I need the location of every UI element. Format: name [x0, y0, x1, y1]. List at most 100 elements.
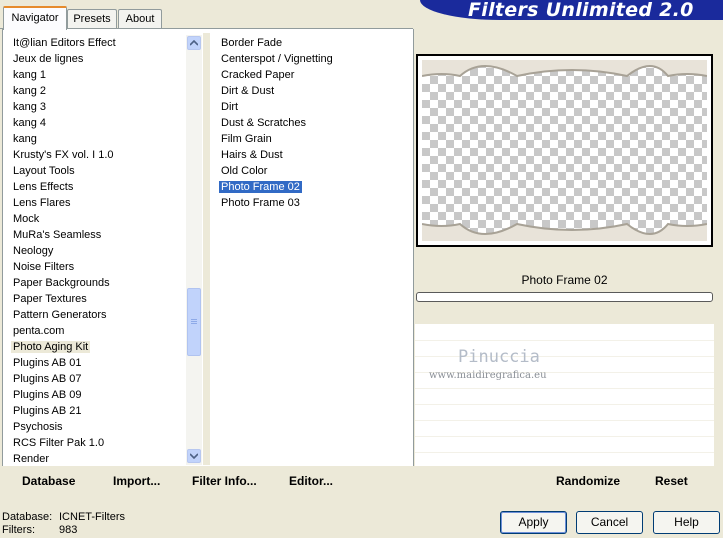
category-item[interactable]: Krusty's FX vol. I 1.0 [11, 147, 116, 163]
category-item[interactable]: Psychosis [11, 419, 65, 435]
category-item-label: It@lian Editors Effect [13, 37, 116, 49]
category-item-label: kang [13, 133, 37, 145]
apply-button[interactable]: Apply [500, 511, 567, 534]
filter-item[interactable]: Dust & Scratches [219, 115, 308, 131]
category-item[interactable]: Paper Backgrounds [11, 275, 112, 291]
filters-label: Filters: [2, 524, 35, 536]
database-label: Database: [2, 511, 53, 523]
watermark-url: www.maidiregrafica.eu [429, 370, 547, 381]
category-item-label: kang 3 [13, 101, 47, 113]
category-item-label: Photo Aging Kit [11, 341, 91, 353]
chevron-down-icon [190, 453, 198, 459]
category-item[interactable]: Plugins AB 09 [11, 387, 84, 403]
category-item[interactable]: It@lian Editors Effect [11, 35, 118, 51]
filter-item[interactable]: Dirt [219, 99, 240, 115]
category-item[interactable]: Layout Tools [11, 163, 77, 179]
cancel-button[interactable]: Cancel [576, 511, 643, 534]
filter-item-label: Film Grain [221, 133, 272, 145]
tab-presets[interactable]: Presets [67, 9, 117, 28]
category-item-label: RCS Filter Pak 1.0 [13, 437, 105, 449]
filter-item[interactable]: Cracked Paper [219, 67, 296, 83]
tab-navigator[interactable]: Navigator [3, 6, 67, 30]
category-item-label: Layout Tools [13, 165, 75, 177]
category-item[interactable]: penta.com [11, 323, 66, 339]
scroll-thumb[interactable] [187, 288, 201, 356]
category-item[interactable]: Jeux de lignes [11, 51, 85, 67]
category-item[interactable]: Plugins AB 07 [11, 371, 84, 387]
filter-item[interactable]: Old Color [219, 163, 269, 179]
filter-item-label: Dust & Scratches [221, 117, 306, 129]
category-item[interactable]: Photo Aging Kit [11, 339, 91, 355]
category-item-label: Paper Backgrounds [13, 277, 110, 289]
category-item-label: Plugins AB 21 [13, 405, 82, 417]
filter-item[interactable]: Film Grain [219, 131, 274, 147]
category-item[interactable]: kang 4 [11, 115, 48, 131]
category-item-label: Paper Textures [13, 293, 87, 305]
preview-image [422, 60, 707, 241]
filter-item-label: Cracked Paper [221, 69, 295, 81]
category-item[interactable]: Noise Filters [11, 259, 76, 275]
category-item[interactable]: Neology [11, 243, 55, 259]
filter-item-label: Centerspot / Vignetting [221, 53, 333, 65]
category-item-label: Neology [13, 245, 54, 257]
filter-item-label: Old Color [221, 165, 268, 177]
category-item-label: Psychosis [13, 421, 63, 433]
category-item-label: Mock [13, 213, 40, 225]
category-scrollbar[interactable] [186, 35, 202, 465]
filter-item-label: Dirt [221, 101, 239, 113]
category-item[interactable]: Render [11, 451, 51, 465]
filter-info-button[interactable]: Filter Info... [192, 474, 257, 488]
scroll-up-button[interactable] [187, 36, 201, 50]
progress-bar [416, 292, 713, 302]
import-button[interactable]: Import... [113, 474, 160, 488]
tab-about[interactable]: About [118, 9, 162, 28]
category-item[interactable]: kang 3 [11, 99, 48, 115]
reset-button[interactable]: Reset [655, 474, 688, 488]
filter-item[interactable]: Photo Frame 02 [219, 179, 302, 195]
filter-item[interactable]: Centerspot / Vignetting [219, 51, 335, 67]
category-item-label: Jeux de lignes [13, 53, 84, 65]
category-item[interactable]: kang 1 [11, 67, 48, 83]
category-item-label: Lens Flares [13, 197, 71, 209]
editor-button[interactable]: Editor... [289, 474, 333, 488]
category-item[interactable]: Lens Flares [11, 195, 72, 211]
watermark-name: Pinuccia [458, 347, 540, 367]
category-item[interactable]: MuRa's Seamless [11, 227, 103, 243]
category-item[interactable]: Lens Effects [11, 179, 75, 195]
category-item-label: kang 2 [13, 85, 47, 97]
category-item[interactable]: kang 2 [11, 83, 48, 99]
category-item-label: Lens Effects [13, 181, 74, 193]
filter-item-label: Photo Frame 03 [221, 197, 300, 209]
category-item[interactable]: Mock [11, 211, 41, 227]
filter-item[interactable]: Border Fade [219, 35, 284, 51]
category-item-label: Render [13, 453, 50, 465]
filter-list[interactable]: Border Fade Centerspot / Vignetting Cracke… [211, 33, 409, 465]
category-item[interactable]: kang [11, 131, 39, 147]
filter-item[interactable]: Dirt & Dust [219, 83, 276, 99]
category-list[interactable]: It@lian Editors Effect Jeux de lignes kang… [3, 33, 186, 465]
category-item-label: penta.com [13, 325, 65, 337]
parameter-area [415, 324, 714, 466]
database-button[interactable]: Database [22, 474, 75, 488]
category-item[interactable]: RCS Filter Pak 1.0 [11, 435, 106, 451]
scroll-down-button[interactable] [187, 449, 201, 463]
photo-frame-overlay [422, 60, 707, 241]
preview-frame [416, 54, 713, 247]
category-item[interactable]: Plugins AB 01 [11, 355, 84, 371]
chevron-up-icon [190, 40, 198, 46]
category-item-label: kang 4 [13, 117, 47, 129]
category-item-label: Plugins AB 07 [13, 373, 82, 385]
randomize-button[interactable]: Randomize [556, 474, 620, 488]
category-item-label: kang 1 [13, 69, 47, 81]
category-item[interactable]: Pattern Generators [11, 307, 109, 323]
category-item[interactable]: Paper Textures [11, 291, 89, 307]
category-item-label: Plugins AB 09 [13, 389, 82, 401]
filter-item[interactable]: Hairs & Dust [219, 147, 285, 163]
filter-item[interactable]: Photo Frame 03 [219, 195, 302, 211]
category-item[interactable]: Plugins AB 21 [11, 403, 84, 419]
help-button[interactable]: Help [653, 511, 720, 534]
database-value: ICNET-Filters [59, 511, 125, 523]
filters-count: 983 [59, 524, 78, 536]
preview-filter-name: Photo Frame 02 [521, 273, 608, 287]
filter-item-label: Hairs & Dust [221, 149, 283, 161]
